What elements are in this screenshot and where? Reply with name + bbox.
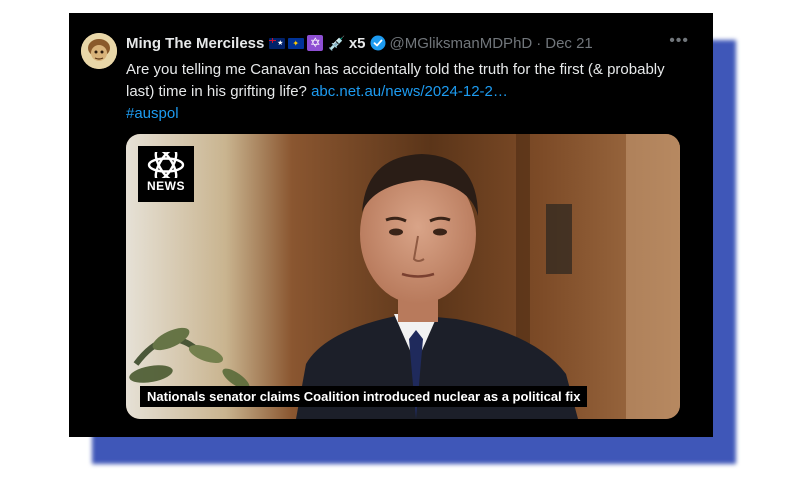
emoji-count: x5	[348, 34, 366, 52]
star-of-david-icon: ✡	[307, 35, 324, 51]
user-handle[interactable]: @MGliksmanMDPhD	[390, 35, 533, 52]
article-media-card[interactable]: NEWS Nationals senator claims Coalition …	[126, 134, 680, 419]
news-logo-text: NEWS	[147, 179, 185, 193]
media-caption: Nationals senator claims Coalition intro…	[140, 386, 588, 407]
tweet-date[interactable]: Dec 21	[545, 35, 593, 52]
tweet-card[interactable]: Ming The Merciless ✡ 💉 x5 @MGliksmanMDPh…	[69, 13, 713, 437]
abc-news-logo: NEWS	[138, 146, 194, 202]
verified-badge-icon	[370, 35, 385, 51]
news-photo	[126, 134, 680, 419]
syringe-icon: 💉	[328, 34, 346, 51]
australia-flag-icon	[269, 37, 286, 49]
eu-flag-icon	[288, 37, 305, 49]
more-icon[interactable]: •••	[669, 32, 689, 50]
abc-logo-icon	[147, 152, 185, 178]
separator-dot: ·	[536, 34, 542, 52]
tweet-text: Are you telling me Canavan has accidenta…	[126, 59, 686, 125]
hashtag-link[interactable]: #auspol	[126, 105, 179, 122]
name-emojis: ✡ 💉 x5	[269, 34, 366, 52]
avatar-image	[81, 33, 117, 69]
article-link[interactable]: abc.net.au/news/2024-12-2…	[311, 83, 508, 100]
tweet-header: Ming The Merciless ✡ 💉 x5 @MGliksmanMDPh…	[126, 32, 689, 54]
avatar[interactable]	[81, 33, 117, 69]
display-name[interactable]: Ming The Merciless	[126, 35, 264, 52]
